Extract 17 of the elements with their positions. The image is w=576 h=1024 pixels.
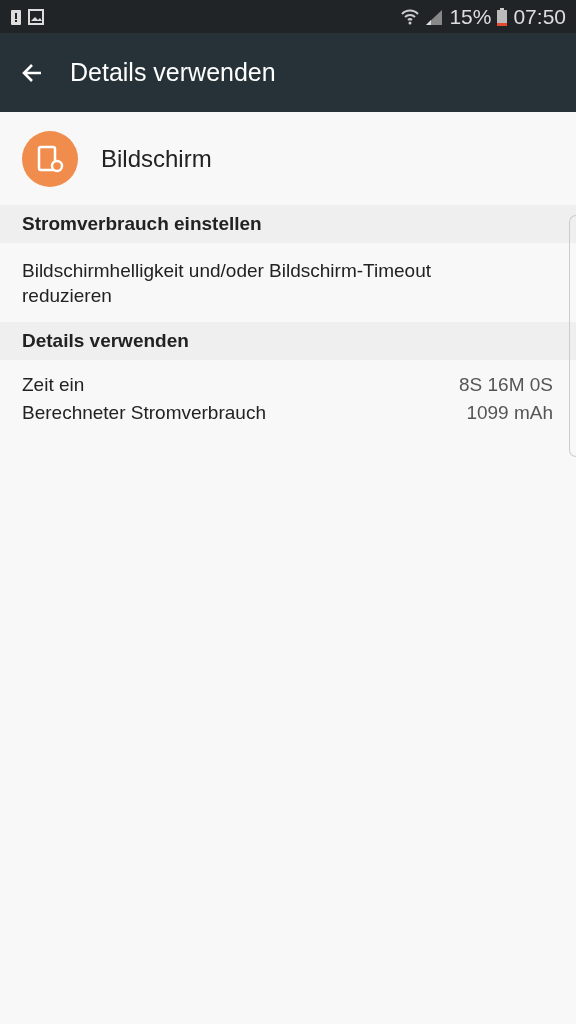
detail-label: Berechneter Stromverbrauch	[22, 402, 266, 424]
alert-icon	[10, 8, 22, 25]
app-name: Bildschirm	[101, 145, 212, 173]
wifi-icon	[401, 8, 420, 25]
clock: 07:50	[513, 4, 566, 29]
tip-text: Bildschirmhelligkeit und/oder Bildschirm-Timeout reduzieren	[21, 259, 432, 308]
signal-icon	[425, 8, 444, 25]
screen-settings-icon	[22, 131, 78, 187]
detail-value: 8S 16M 0S	[459, 374, 553, 396]
image-icon	[28, 8, 44, 25]
detail-value: 1099 mAh	[466, 402, 553, 424]
detail-label: Zeit ein	[22, 374, 85, 396]
screen-title: Details verwenden	[70, 58, 276, 87]
battery-percent: 15%	[449, 4, 492, 29]
section-header: Stromverbrauch einstellen	[0, 205, 576, 243]
section-header: Details verwenden	[0, 322, 576, 360]
battery-icon	[497, 7, 508, 26]
